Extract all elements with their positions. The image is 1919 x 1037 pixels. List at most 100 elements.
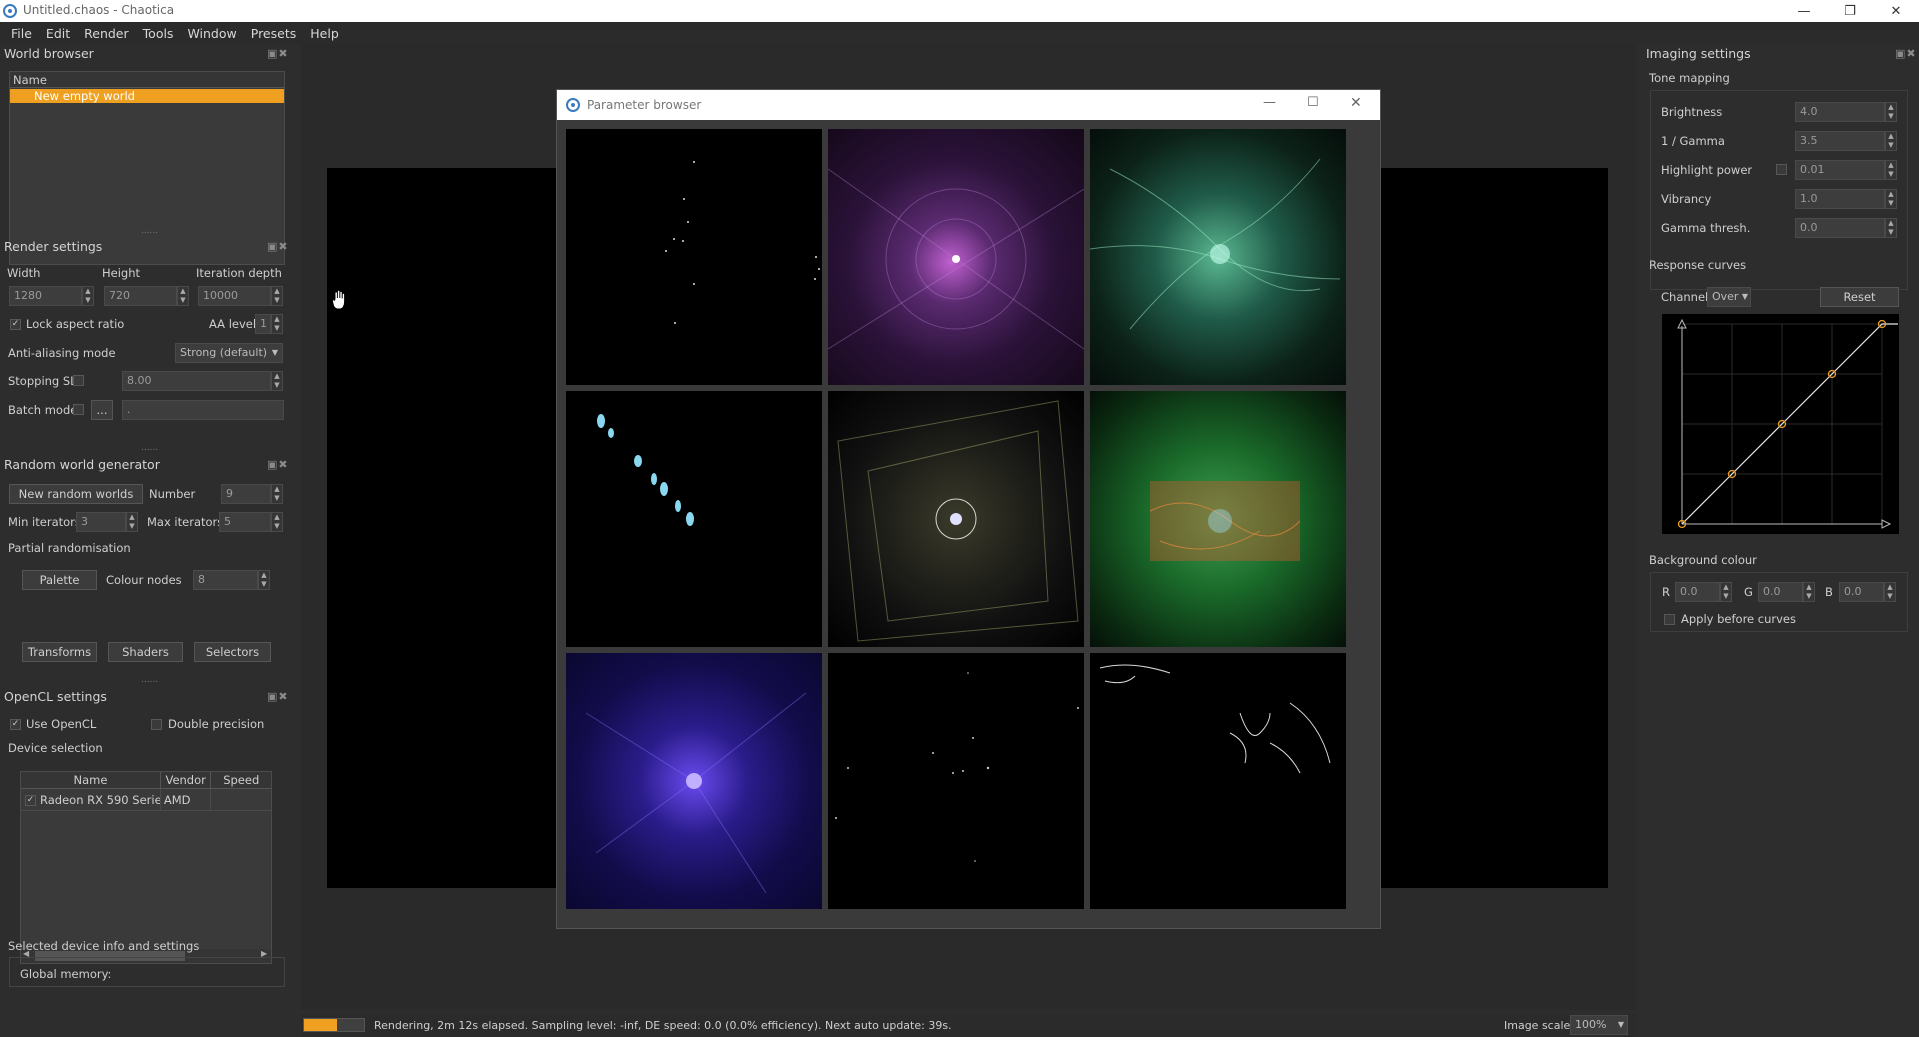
column-speed[interactable]: Speed — [211, 772, 271, 788]
dock-float-close-icon[interactable]: ▣✖ — [267, 240, 289, 253]
use-opencl-checkbox[interactable]: ✓ — [10, 719, 21, 730]
r-stepper[interactable]: ▲ ▼ — [1720, 582, 1732, 602]
menu-presets[interactable]: Presets — [244, 26, 304, 41]
gamma-thresh-input[interactable]: 0.0 — [1795, 218, 1885, 238]
highlight-power-input[interactable]: 0.01 — [1795, 160, 1885, 180]
thumbnail-9[interactable] — [1090, 653, 1346, 909]
device-table[interactable]: Name Vendor Speed ✓ Radeon RX 590 Series … — [20, 771, 272, 964]
iteration-depth-input[interactable]: 10000 — [198, 286, 271, 306]
thumbnail-7[interactable] — [566, 653, 822, 909]
b-input[interactable]: 0.0 — [1839, 582, 1884, 602]
g-input[interactable]: 0.0 — [1758, 582, 1803, 602]
restore-button[interactable]: ❐ — [1827, 0, 1873, 22]
min-iterators-input[interactable]: 3 — [76, 512, 126, 532]
render-progress-bar — [303, 1018, 365, 1032]
close-button[interactable]: ✕ — [1873, 0, 1919, 22]
highlight-power-stepper[interactable]: ▲ ▼ — [1885, 160, 1897, 180]
thumbnail-image — [837, 400, 1079, 642]
number-input[interactable]: 9 — [221, 484, 271, 504]
double-precision-checkbox[interactable] — [151, 719, 162, 730]
batch-path-input[interactable]: . — [122, 400, 284, 420]
close-button[interactable]: ✕ — [1350, 95, 1362, 111]
status-bar: Rendering, 2m 12s elapsed. Sampling leve… — [301, 1014, 1636, 1037]
batch-mode-checkbox[interactable] — [73, 404, 84, 415]
stopping-sl-input[interactable]: 8.00 — [122, 371, 271, 391]
menu-edit[interactable]: Edit — [39, 26, 77, 41]
width-input[interactable]: 1280 — [9, 286, 82, 306]
minimize-button[interactable]: — — [1781, 0, 1827, 22]
splitter-grip[interactable]: ...... — [141, 226, 158, 236]
menu-tools[interactable]: Tools — [136, 26, 181, 41]
new-random-worlds-button[interactable]: New random worlds — [9, 484, 143, 504]
channel-select[interactable]: Over ▼ — [1707, 287, 1751, 307]
aa-level-input[interactable]: 1 — [255, 314, 271, 334]
reset-curves-button[interactable]: Reset — [1820, 287, 1899, 307]
batch-browse-button[interactable]: ... — [91, 400, 113, 420]
dock-float-close-icon[interactable]: ▣✖ — [267, 47, 289, 60]
table-row[interactable]: ✓ Radeon RX 590 Series AMD — [21, 789, 271, 811]
dock-float-close-icon[interactable]: ▣✖ — [267, 458, 289, 471]
r-input[interactable]: 0.0 — [1675, 582, 1720, 602]
max-iterators-stepper[interactable]: ▲ ▼ — [271, 512, 283, 532]
brightness-input[interactable]: 4.0 — [1795, 102, 1885, 122]
selectors-button[interactable]: Selectors — [194, 642, 271, 662]
max-iterators-input[interactable]: 5 — [219, 512, 271, 532]
colour-nodes-stepper[interactable]: ▲ ▼ — [258, 570, 270, 590]
thumbnail-2[interactable] — [828, 129, 1084, 385]
column-name[interactable]: Name — [21, 772, 161, 788]
shaders-button[interactable]: Shaders — [108, 642, 183, 662]
height-input[interactable]: 720 — [104, 286, 177, 306]
vibrancy-stepper[interactable]: ▲ ▼ — [1885, 189, 1897, 209]
stopping-sl-checkbox[interactable] — [73, 375, 84, 386]
colour-nodes-input[interactable]: 8 — [193, 570, 258, 590]
min-iterators-stepper[interactable]: ▲ ▼ — [126, 512, 138, 532]
highlight-power-checkbox[interactable] — [1776, 164, 1787, 175]
width-stepper[interactable]: ▲ ▼ — [82, 286, 94, 306]
device-checkbox[interactable]: ✓ — [25, 795, 36, 806]
thumbnail-8[interactable] — [828, 653, 1084, 909]
thumbnail-5[interactable] — [828, 391, 1084, 647]
stopping-sl-stepper[interactable]: ▲ ▼ — [271, 371, 283, 391]
stopping-sl-label: Stopping SL — [8, 374, 77, 388]
thumbnail-6[interactable] — [1090, 391, 1346, 647]
iteration-depth-stepper[interactable]: ▲ ▼ — [271, 286, 283, 306]
aa-level-stepper[interactable]: ▲ ▼ — [271, 314, 283, 334]
palette-button[interactable]: Palette — [22, 570, 97, 590]
menu-window[interactable]: Window — [180, 26, 243, 41]
gamma-stepper[interactable]: ▲ ▼ — [1885, 131, 1897, 151]
thumbnail-3[interactable] — [1090, 129, 1346, 385]
menu-render[interactable]: Render — [77, 26, 136, 41]
render-settings-title: Render settings — [4, 239, 103, 254]
apply-before-curves-checkbox[interactable] — [1664, 614, 1675, 625]
column-vendor[interactable]: Vendor — [161, 772, 212, 788]
vibrancy-input[interactable]: 1.0 — [1795, 189, 1885, 209]
brightness-stepper[interactable]: ▲ ▼ — [1885, 102, 1897, 122]
gamma-input[interactable]: 3.5 — [1795, 131, 1885, 151]
minimize-button[interactable]: — — [1263, 95, 1276, 110]
lock-aspect-checkbox[interactable]: ✓ — [10, 319, 21, 330]
number-stepper[interactable]: ▲ ▼ — [271, 484, 283, 504]
device-name: Radeon RX 590 Series — [40, 793, 161, 807]
dock-float-close-icon[interactable]: ▣✖ — [267, 690, 289, 703]
menu-file[interactable]: File — [4, 26, 39, 41]
dock-float-close-icon[interactable]: ▣✖ — [1895, 47, 1917, 60]
splitter-grip[interactable]: ...... — [141, 675, 158, 685]
splitter-grip[interactable]: ...... — [141, 443, 158, 453]
aa-mode-select[interactable]: Strong (default) ▼ — [175, 343, 283, 363]
g-stepper[interactable]: ▲ ▼ — [1803, 582, 1815, 602]
response-curve-editor[interactable] — [1662, 314, 1899, 534]
gamma-label: 1 / Gamma — [1661, 134, 1725, 148]
thumbnail-4[interactable] — [566, 391, 822, 647]
transforms-button[interactable]: Transforms — [22, 642, 97, 662]
parameter-browser-titlebar[interactable]: Parameter browser — ☐ ✕ — [557, 90, 1380, 120]
menu-help[interactable]: Help — [303, 26, 346, 41]
gamma-thresh-stepper[interactable]: ▲ ▼ — [1885, 218, 1897, 238]
image-scale-select[interactable]: 100% ▼ — [1570, 1015, 1628, 1035]
b-stepper[interactable]: ▲ ▼ — [1884, 582, 1896, 602]
world-list-item[interactable]: New empty world — [10, 89, 284, 103]
thumbnail-1[interactable] — [566, 129, 822, 385]
maximize-button[interactable]: ☐ — [1307, 95, 1319, 110]
height-stepper[interactable]: ▲ ▼ — [177, 286, 189, 306]
hand-cursor-icon — [331, 289, 346, 310]
menu-bar: File Edit Render Tools Window Presets He… — [0, 22, 1919, 44]
